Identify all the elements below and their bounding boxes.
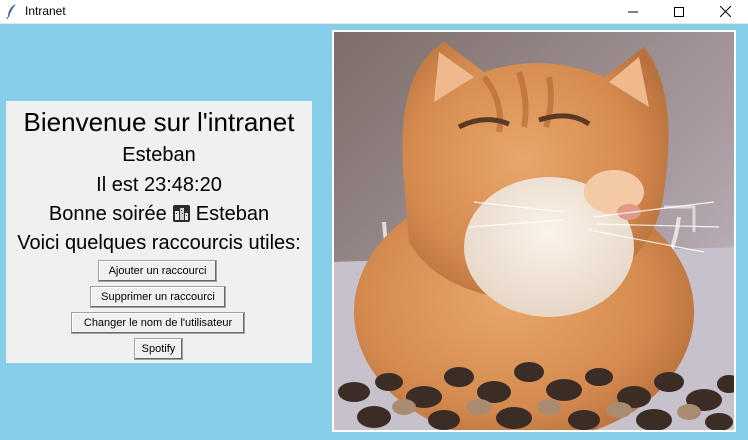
greeting-name: Esteban — [195, 203, 270, 225]
window-title: Intranet — [25, 4, 66, 18]
welcome-heading: Bienvenue sur l'intranet — [23, 107, 295, 137]
clock-label: Il est 23:48:20 — [96, 174, 222, 196]
maximize-icon — [674, 6, 684, 17]
welcome-panel: Bienvenue sur l'intranet Esteban Il est … — [6, 101, 312, 363]
cat-photo — [332, 30, 736, 432]
add-shortcut-button[interactable]: Ajouter un raccourci — [98, 260, 217, 282]
shortcuts-heading: Voici quelques raccourcis utiles: — [17, 232, 301, 254]
feather-icon — [6, 4, 16, 19]
greeting-label: Bonne soirée Esteban — [6, 203, 312, 226]
maximize-button[interactable] — [656, 0, 702, 23]
night-city-icon — [172, 205, 190, 222]
minimize-icon — [628, 11, 638, 12]
close-icon — [719, 6, 731, 17]
cat-image — [334, 32, 734, 430]
username-label: Esteban — [122, 144, 196, 166]
close-button[interactable] — [702, 0, 748, 23]
spotify-button[interactable]: Spotify — [134, 338, 183, 360]
greeting-text: Bonne soirée — [48, 203, 167, 225]
title-bar: Intranet — [0, 0, 748, 24]
rename-user-button[interactable]: Changer le nom de l'utilisateur — [71, 312, 245, 334]
minimize-button[interactable] — [610, 0, 656, 23]
remove-shortcut-button[interactable]: Supprimer un raccourci — [90, 286, 226, 308]
